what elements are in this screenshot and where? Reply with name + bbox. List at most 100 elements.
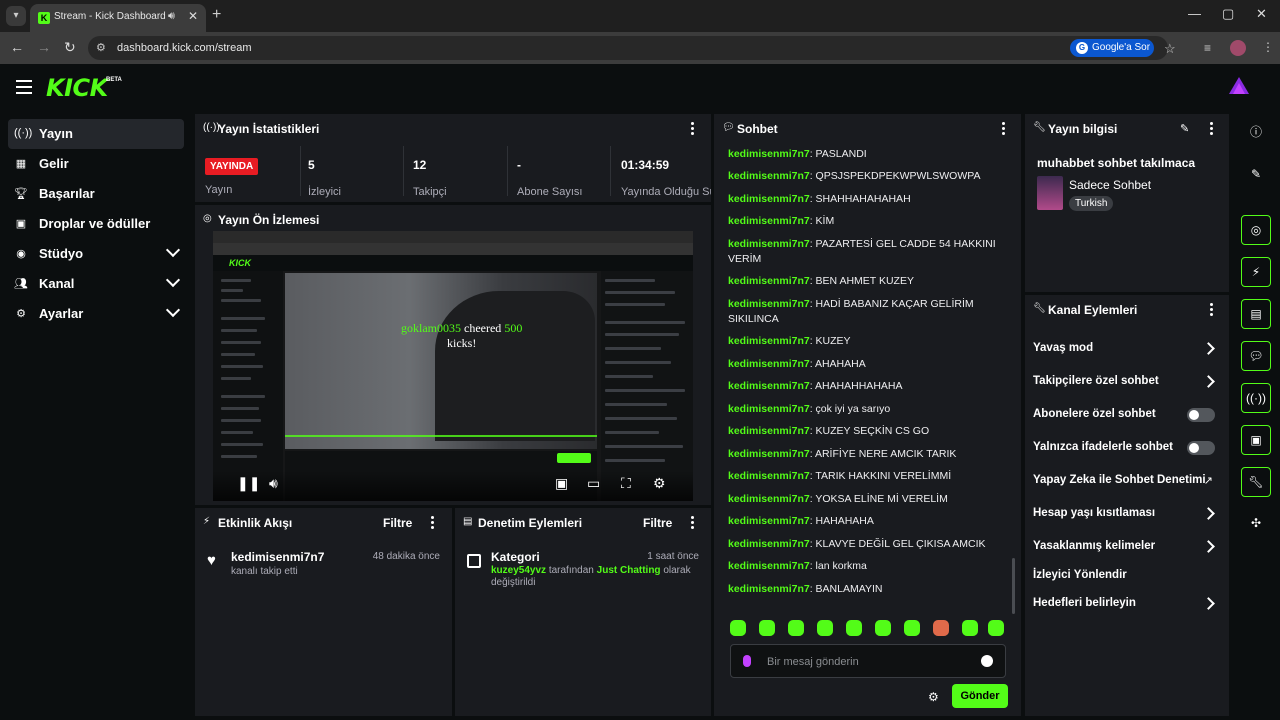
back-icon[interactable]: ← — [10, 39, 24, 55]
pause-icon[interactable]: ❚❚ — [237, 475, 260, 492]
sidebar-item-stream[interactable]: ((·)) Yayın — [8, 119, 184, 149]
more-options-icon[interactable] — [431, 516, 435, 531]
video-settings-icon[interactable]: ⚙ — [653, 475, 666, 492]
chat-rail-icon[interactable]: 💬︎ — [1241, 341, 1271, 371]
document-rail-icon[interactable]: ▤ — [1241, 299, 1271, 329]
chat-username[interactable]: kedimisenmi7n7 — [728, 170, 810, 182]
more-options-icon[interactable] — [1210, 303, 1214, 318]
emote-icon[interactable] — [788, 620, 804, 636]
emote-icon[interactable] — [759, 620, 775, 636]
chat-username[interactable]: kedimisenmi7n7 — [728, 425, 810, 437]
new-tab-icon[interactable]: + — [212, 6, 221, 24]
moderator-user[interactable]: kuzey54yvz — [491, 565, 546, 576]
sidebar-item-achievements[interactable]: 🏆︎ Başarılar — [8, 179, 184, 209]
audio-playing-icon[interactable]: 🔊︎ — [168, 10, 175, 23]
url-bar[interactable]: ⚙ dashboard.kick.com/stream G Google'a S… — [88, 36, 1176, 60]
stream-info-rail-icon[interactable]: ▣ — [1241, 425, 1271, 455]
user-avatar-icon[interactable] — [1228, 76, 1250, 98]
tab-close-icon[interactable]: ✕ — [188, 9, 198, 23]
chat-username[interactable]: kedimisenmi7n7 — [728, 215, 810, 227]
emote-icon[interactable] — [846, 620, 862, 636]
broadcast-rail-icon[interactable]: ((·)) — [1241, 383, 1271, 413]
emote-icon[interactable] — [875, 620, 891, 636]
stream-preview-video[interactable]: KICK goklam0035 cheered 500 kicks! ❚❚ 🔊︎… — [213, 231, 693, 501]
ai-moderation-item[interactable]: Yapay Zeka ile Sohbet Denetimi ↗ — [1033, 471, 1221, 491]
more-options-icon[interactable] — [691, 122, 695, 137]
sidebar-item-studio[interactable]: ◉ Stüdyo — [8, 239, 184, 269]
send-button[interactable]: Gönder — [952, 684, 1008, 708]
emote-icon[interactable] — [933, 620, 949, 636]
chat-username[interactable]: kedimisenmi7n7 — [728, 470, 810, 482]
chat-username[interactable]: kedimisenmi7n7 — [728, 298, 810, 310]
filter-button[interactable]: Filtre — [383, 516, 412, 530]
sidebar-item-revenue[interactable]: ▦ Gelir — [8, 149, 184, 179]
profile-avatar[interactable] — [1230, 40, 1246, 56]
edit-icon[interactable]: ✎ — [1241, 160, 1271, 190]
emote-icon[interactable] — [962, 620, 978, 636]
chat-username[interactable]: kedimisenmi7n7 — [728, 493, 810, 505]
lightning-rail-icon[interactable]: ⚡︎ — [1241, 257, 1271, 287]
more-options-icon[interactable] — [1210, 122, 1214, 137]
filter-button[interactable]: Filtre — [643, 516, 672, 530]
add-widget-icon[interactable]: ✣ — [1241, 509, 1271, 539]
slow-mode-item[interactable]: Yavaş mod — [1033, 339, 1221, 359]
banned-words-item[interactable]: Yasaklanmış kelimeler — [1033, 537, 1221, 557]
chat-username[interactable]: kedimisenmi7n7 — [728, 448, 810, 460]
more-options-icon[interactable] — [691, 516, 695, 531]
tab-search-icon[interactable]: ▾ — [6, 6, 26, 26]
chat-username[interactable]: kedimisenmi7n7 — [728, 403, 810, 415]
emote-icon[interactable] — [730, 620, 746, 636]
menu-icon[interactable] — [16, 80, 32, 94]
maximize-icon[interactable]: ▢ — [1222, 6, 1234, 22]
emotes-only-toggle[interactable] — [1187, 441, 1215, 455]
window-close-icon[interactable]: ✕ — [1256, 6, 1267, 22]
chat-settings-icon[interactable]: ⚙ — [928, 690, 939, 704]
chat-username[interactable]: kedimisenmi7n7 — [728, 193, 810, 205]
chat-scrollbar[interactable] — [1012, 558, 1015, 614]
sidebar-item-settings[interactable]: ⚙ Ayarlar — [8, 299, 184, 329]
host-viewers-item[interactable]: İzleyici Yönlendir — [1033, 566, 1221, 586]
browser-tab[interactable]: K Stream - Kick Dashboard 🔊︎ ✕ — [30, 4, 206, 32]
media-control-icon[interactable]: ≡ — [1204, 41, 1211, 55]
more-options-icon[interactable] — [1002, 122, 1006, 137]
chat-username[interactable]: kedimisenmi7n7 — [728, 275, 810, 287]
edit-pencil-icon[interactable]: ✎ — [1180, 122, 1189, 135]
set-goals-item[interactable]: Hedefleri belirleyin — [1033, 594, 1221, 614]
sidebar-item-channel[interactable]: 👥︎ Kanal — [8, 269, 184, 299]
browser-menu-icon[interactable]: ⋮ — [1262, 40, 1274, 54]
microphone-icon[interactable] — [743, 655, 751, 667]
chat-username[interactable]: kedimisenmi7n7 — [728, 560, 810, 572]
kick-logo[interactable]: KICK — [46, 74, 108, 102]
chat-username[interactable]: kedimisenmi7n7 — [728, 538, 810, 550]
fullscreen-icon[interactable]: ⛶ — [621, 475, 631, 492]
minimize-icon[interactable]: — — [1188, 6, 1201, 21]
forward-icon[interactable]: → — [37, 39, 51, 55]
subscribers-only-toggle[interactable] — [1187, 408, 1215, 422]
emoji-picker-icon[interactable] — [981, 655, 993, 667]
chat-username[interactable]: kedimisenmi7n7 — [728, 335, 810, 347]
info-icon[interactable]: ⓘ — [1241, 118, 1271, 148]
volume-icon[interactable]: 🔊︎ — [269, 475, 278, 492]
emote-icon[interactable] — [817, 620, 833, 636]
chat-message-list[interactable]: kedimisenmi7n7: AAAAAAAAAkedimisenmi7n7:… — [728, 126, 1008, 596]
wrench-rail-icon[interactable]: 🔧︎ — [1241, 467, 1271, 497]
chat-username[interactable]: kedimisenmi7n7 — [728, 358, 810, 370]
chat-username[interactable]: kedimisenmi7n7 — [728, 515, 810, 527]
bookmark-star-icon[interactable]: ☆ — [1164, 41, 1176, 57]
theater-mode-icon[interactable]: ▭ — [587, 475, 600, 492]
url-text[interactable]: dashboard.kick.com/stream — [117, 42, 252, 54]
chat-username[interactable]: kedimisenmi7n7 — [728, 148, 810, 160]
preview-rail-icon[interactable]: ◎ — [1241, 215, 1271, 245]
followers-only-item[interactable]: Takipçilere özel sohbet — [1033, 372, 1221, 392]
chat-username[interactable]: kedimisenmi7n7 — [728, 583, 810, 595]
account-age-item[interactable]: Hesap yaşı kısıtlaması — [1033, 504, 1221, 524]
emote-icon[interactable] — [904, 620, 920, 636]
sidebar-item-drops[interactable]: ▣ Droplar ve ödüller — [8, 209, 184, 239]
emote-icon[interactable] — [988, 620, 1004, 636]
ask-google-button[interactable]: G Google'a Sor — [1070, 39, 1154, 57]
chat-username[interactable]: kedimisenmi7n7 — [728, 238, 810, 250]
event-user[interactable]: kedimisenmi7n7 — [231, 550, 324, 564]
chat-message-input[interactable] — [767, 653, 977, 671]
site-info-icon[interactable]: ⚙ — [96, 41, 106, 54]
reload-icon[interactable]: ↻ — [64, 39, 76, 56]
